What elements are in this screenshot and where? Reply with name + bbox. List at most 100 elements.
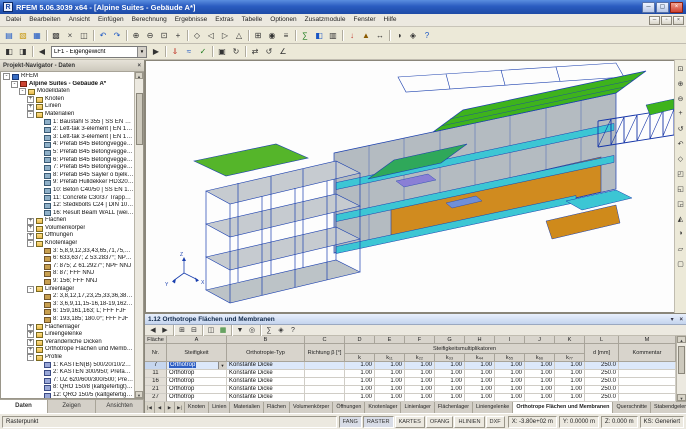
expand-icon[interactable]: + [27, 225, 34, 232]
table-scroll-up-icon[interactable]: ▲ [677, 336, 686, 343]
show-results-icon[interactable]: ≈ [182, 45, 196, 58]
open-file-icon[interactable]: ▧ [16, 29, 30, 42]
toggle-kartes[interactable]: KARTES [395, 416, 425, 428]
table-cell[interactable] [619, 370, 676, 378]
loads-icon[interactable]: ↓ [345, 29, 359, 42]
table-cell[interactable]: 1.00 [495, 370, 525, 378]
view-x-icon[interactable]: ◁ [204, 29, 218, 42]
table-cell[interactable]: Orthotrop [167, 386, 227, 394]
load-case-combo[interactable]: LF1 - Eigengewicht ▼ [51, 46, 147, 58]
table-toggle-icon[interactable]: ◨ [16, 45, 30, 58]
tree-item[interactable]: 16: Result Beam WALL (weightless) | DIN … [1, 210, 134, 218]
table-cell[interactable]: 1.00 [405, 394, 435, 402]
table-cell[interactable]: 1.00 [465, 386, 495, 394]
pan-icon[interactable]: + [171, 29, 185, 42]
menu-tabelle[interactable]: Tabelle [238, 14, 267, 26]
tree-item[interactable]: -RFEM [1, 73, 134, 81]
move-icon[interactable]: ⇄ [248, 45, 262, 58]
navigator-scrollbar[interactable]: ▲ ▼ [134, 72, 143, 398]
check-model-icon[interactable]: ✓ [196, 45, 210, 58]
new-window-icon[interactable]: ▣ [215, 45, 229, 58]
toggle-raster[interactable]: RASTER [363, 416, 394, 428]
menu-fenster[interactable]: Fenster [349, 14, 379, 26]
toggle-hlinien[interactable]: HLINIEN [454, 416, 484, 428]
expand-icon[interactable]: + [27, 96, 34, 103]
tabs-prev-icon[interactable]: ◀ [155, 402, 165, 413]
collapse-icon[interactable]: - [11, 81, 18, 88]
table-tab[interactable]: Orthotrope Flächen und Membranen [513, 402, 613, 413]
tree-item[interactable]: 4: Prefab B45 Betongvegger 200 | SS EN 1… [1, 141, 134, 149]
tree-item[interactable]: +Veränderliche Dicken [1, 339, 134, 347]
tree-item[interactable]: 3: 5,8,9,12,33,43,65,71,75,76,143,150,15… [1, 248, 134, 256]
tree-item[interactable]: 7: 875; Z 61.2927°; NPF NNJ [1, 263, 134, 271]
table-cell[interactable]: 1.00 [345, 386, 375, 394]
menu-optionen[interactable]: Optionen [266, 14, 300, 26]
tree-item[interactable]: 8: Prefab B45 Sayler o bjelker | SS EN 1… [1, 172, 134, 180]
table-row[interactable]: 11OrthotropKonstante Dicke1.001.001.001.… [145, 370, 676, 378]
table-close-icon[interactable]: × [679, 317, 683, 323]
table-cell[interactable]: 1.00 [495, 394, 525, 402]
tabs-first-icon[interactable]: |◀ [145, 402, 155, 413]
table-cell[interactable] [305, 394, 345, 402]
tree-item[interactable]: 6: Prefab B45 Betongvegger isolert 250 |… [1, 157, 134, 165]
table-cell[interactable] [619, 394, 676, 402]
expand-icon[interactable]: + [27, 104, 34, 111]
zoom-in-side-icon[interactable]: ⊕ [675, 76, 686, 91]
redo-icon[interactable]: ↷ [110, 29, 124, 42]
table-cell[interactable] [305, 362, 345, 370]
table-tab[interactable]: Materialien [230, 402, 263, 413]
tree-item[interactable]: -Profile [1, 354, 134, 362]
table-cell[interactable]: 1.00 [555, 394, 585, 402]
snap-icon[interactable]: ◉ [265, 29, 279, 42]
cell-dropdown-icon[interactable]: ▼ [218, 362, 226, 369]
maximize-button[interactable]: ▢ [656, 2, 669, 13]
table-cell[interactable]: 250.0 [585, 394, 619, 402]
expand-icon[interactable]: + [27, 331, 34, 338]
table-cell[interactable]: 1.00 [525, 386, 555, 394]
copy-icon[interactable]: ◫ [77, 29, 91, 42]
pan-side-icon[interactable]: + [675, 106, 686, 121]
tree-item[interactable]: 7: Prefab B45 Betongvegger 250 jordtrykk… [1, 164, 134, 172]
tree-item[interactable]: -Modelldaten [1, 88, 134, 96]
undo-icon[interactable]: ↶ [96, 29, 110, 42]
settings-icon[interactable]: ◈ [406, 29, 420, 42]
table-cell[interactable]: 1.00 [375, 370, 405, 378]
table-cell[interactable]: 1.00 [465, 362, 495, 370]
table-cell[interactable] [619, 386, 676, 394]
expand-icon[interactable]: + [27, 339, 34, 346]
table-tab[interactable]: Volumenkörper [290, 402, 333, 413]
show-loads-icon[interactable]: ⇓ [168, 45, 182, 58]
toggle-dxf[interactable]: DXF [486, 416, 505, 428]
table-cell[interactable] [305, 370, 345, 378]
table-cell[interactable] [619, 362, 676, 370]
grid-icon[interactable]: ⊞ [251, 29, 265, 42]
help-icon[interactable]: ? [420, 29, 434, 42]
calculation-icon[interactable]: ∑ [298, 29, 312, 42]
table-scroll-thumb[interactable] [678, 346, 685, 374]
tree-item[interactable]: 12: QRO 150/5 (kaltgefertigt); Baustahl … [1, 392, 134, 399]
table-tab[interactable]: Flächenlager [435, 402, 473, 413]
child-restore-button[interactable]: ▫ [661, 16, 672, 25]
collapse-icon[interactable]: - [27, 354, 34, 361]
tree-item[interactable]: 6: 159,161,163; L; FFF FJF [1, 308, 134, 316]
navigator-tab-zeigen[interactable]: Zeigen [48, 400, 96, 413]
delete-row-icon[interactable]: ⊟ [188, 325, 200, 336]
table-cell[interactable]: 1.00 [375, 394, 405, 402]
tree-item[interactable]: 5: Prefab B45 Betongvegger 250 | SS EN 1… [1, 149, 134, 157]
table-cell[interactable]: 1.00 [435, 362, 465, 370]
table-cell[interactable] [619, 378, 676, 386]
scroll-down-icon[interactable]: ▼ [135, 391, 143, 398]
view-z-icon[interactable]: △ [232, 29, 246, 42]
new-file-icon[interactable]: ▤ [2, 29, 16, 42]
save-icon[interactable]: ▦ [30, 29, 44, 42]
tree-item[interactable]: +Orthotrope Flächen und Membranen [1, 346, 134, 354]
table-cell[interactable]: 250.0 [585, 386, 619, 394]
results-icon[interactable]: ◧ [312, 29, 326, 42]
table-tab[interactable]: Linien [209, 402, 230, 413]
tree-item[interactable]: +Knoten [1, 96, 134, 104]
menu-zusatzmodule[interactable]: Zusatzmodule [301, 14, 350, 26]
view-y-icon[interactable]: ▷ [218, 29, 232, 42]
tree-item[interactable]: +Öffnungen [1, 232, 134, 240]
collapse-icon[interactable]: - [27, 111, 34, 118]
table-cell[interactable]: Orthotrop [167, 394, 227, 402]
